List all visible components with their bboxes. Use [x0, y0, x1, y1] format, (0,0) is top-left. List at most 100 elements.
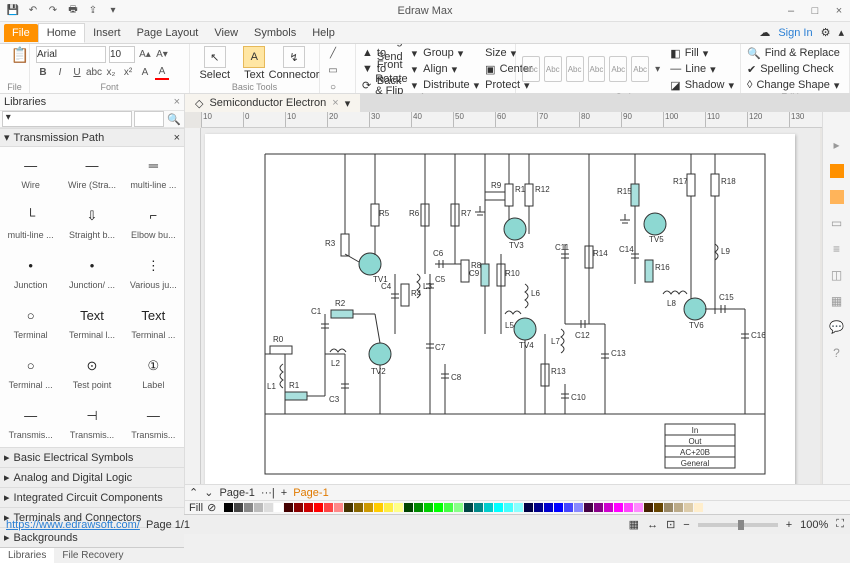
- color-swatch[interactable]: [284, 503, 293, 512]
- collapse-ribbon-icon[interactable]: ▴: [838, 26, 844, 39]
- color-swatch[interactable]: [464, 503, 473, 512]
- fit-page-icon[interactable]: ⊡: [666, 518, 675, 531]
- highlight-button[interactable]: A: [138, 66, 152, 80]
- select-tool[interactable]: ↖Select: [196, 46, 234, 81]
- underline-button[interactable]: U: [70, 66, 84, 80]
- page-tab-1[interactable]: Page-1: [219, 487, 254, 499]
- shape-11[interactable]: TextTerminal ...: [123, 297, 184, 347]
- save-icon[interactable]: 💾: [6, 4, 20, 18]
- category-item[interactable]: ▸Analog and Digital Logic: [0, 467, 184, 487]
- data-icon[interactable]: ◫: [828, 266, 846, 284]
- color-swatch[interactable]: [664, 503, 673, 512]
- zoom-out-icon[interactable]: −: [683, 519, 689, 531]
- page-icon[interactable]: ▭: [828, 214, 846, 232]
- strike-button[interactable]: abc: [87, 66, 101, 80]
- color-swatch[interactable]: [634, 503, 643, 512]
- oval-shape-icon[interactable]: ○: [326, 80, 340, 94]
- no-fill-icon[interactable]: ⊘: [207, 501, 216, 514]
- color-swatch[interactable]: [584, 503, 593, 512]
- color-swatch[interactable]: [314, 503, 323, 512]
- shape-10[interactable]: TextTerminal l...: [61, 297, 122, 347]
- search-icon[interactable]: 🔍: [164, 113, 184, 126]
- color-swatch[interactable]: [454, 503, 463, 512]
- color-swatch[interactable]: [604, 503, 613, 512]
- color-swatch[interactable]: [364, 503, 373, 512]
- library-search-input[interactable]: [134, 111, 164, 127]
- color-swatch[interactable]: [534, 503, 543, 512]
- shape-14[interactable]: ①Label: [123, 347, 184, 397]
- shape-13[interactable]: ⊙Test point: [61, 347, 122, 397]
- color-swatch[interactable]: [644, 503, 653, 512]
- shape-0[interactable]: —Wire: [0, 147, 61, 197]
- fit-width-icon[interactable]: ↔: [647, 519, 658, 531]
- libraries-close-icon[interactable]: ×: [174, 96, 180, 108]
- sign-in-link[interactable]: Sign In: [778, 27, 812, 39]
- group-button[interactable]: Group▾: [423, 46, 479, 60]
- help-icon[interactable]: ?: [828, 344, 846, 362]
- rotate-flip-button[interactable]: ⟳Rotate & Flip▾: [362, 78, 417, 92]
- pic-icon[interactable]: ▦: [828, 292, 846, 310]
- tab-view[interactable]: View: [206, 24, 246, 42]
- shape-15[interactable]: —Transmis...: [0, 397, 61, 447]
- shape-8[interactable]: ⋮Various ju...: [123, 247, 184, 297]
- canvas[interactable]: R0 L1 R1 L2 C3 C1 R2 TV2: [201, 128, 820, 484]
- style-preset-1[interactable]: Abc: [522, 56, 540, 82]
- color-swatch[interactable]: [354, 503, 363, 512]
- color-swatch[interactable]: [444, 503, 453, 512]
- footer-tab-libraries[interactable]: Libraries: [0, 548, 54, 563]
- category-item[interactable]: ▸Basic Electrical Symbols: [0, 447, 184, 467]
- shape-1[interactable]: —Wire (Stra...: [61, 147, 122, 197]
- color-swatch[interactable]: [244, 503, 253, 512]
- color-swatch[interactable]: [294, 503, 303, 512]
- color-swatch[interactable]: [614, 503, 623, 512]
- tab-insert[interactable]: Insert: [85, 24, 129, 42]
- shape-16[interactable]: ⊣Transmis...: [61, 397, 122, 447]
- tab-file[interactable]: File: [4, 24, 38, 42]
- redo-icon[interactable]: ↷: [46, 4, 60, 18]
- find-replace-button[interactable]: 🔍Find & Replace: [747, 46, 843, 60]
- color-swatch[interactable]: [624, 503, 633, 512]
- library-dropdown[interactable]: ▾: [2, 111, 132, 127]
- theme-icon[interactable]: [828, 162, 846, 180]
- italic-button[interactable]: I: [53, 66, 67, 80]
- color-swatch[interactable]: [524, 503, 533, 512]
- maximize-button[interactable]: □: [808, 5, 822, 17]
- color-swatch[interactable]: [474, 503, 483, 512]
- color-swatch[interactable]: [324, 503, 333, 512]
- style-preset-4[interactable]: Abc: [588, 56, 606, 82]
- styles-more-icon[interactable]: ▾: [653, 62, 662, 76]
- style-preset-5[interactable]: Abc: [609, 56, 627, 82]
- font-name-select[interactable]: [36, 46, 106, 63]
- settings-icon[interactable]: ⚙: [821, 26, 831, 39]
- export-icon[interactable]: ⇪: [86, 4, 100, 18]
- line-shape-icon[interactable]: ╱: [326, 46, 340, 60]
- comment-icon[interactable]: 💬: [828, 318, 846, 336]
- shape-7[interactable]: •Junction/ ...: [61, 247, 122, 297]
- pointer-icon[interactable]: ▸: [828, 136, 846, 154]
- color-swatch[interactable]: [334, 503, 343, 512]
- category-close-icon[interactable]: ×: [174, 132, 180, 144]
- category-item[interactable]: ▸Integrated Circuit Components: [0, 487, 184, 507]
- color-swatch[interactable]: [574, 503, 583, 512]
- category-transmission-path[interactable]: ▾Transmission Path×: [0, 128, 184, 147]
- shape-4[interactable]: ⇩Straight b...: [61, 197, 122, 247]
- tab-symbols[interactable]: Symbols: [246, 24, 304, 42]
- close-button[interactable]: ×: [832, 5, 846, 17]
- decrease-font-icon[interactable]: A▾: [155, 48, 169, 62]
- undo-icon[interactable]: ↶: [26, 4, 40, 18]
- view-mode-icon[interactable]: ▦: [629, 518, 639, 531]
- bold-button[interactable]: B: [36, 66, 50, 80]
- color-swatch[interactable]: [544, 503, 553, 512]
- align-button[interactable]: Align▾: [423, 62, 479, 76]
- style-preset-2[interactable]: Abc: [544, 56, 562, 82]
- color-swatch[interactable]: [264, 503, 273, 512]
- color-swatch[interactable]: [304, 503, 313, 512]
- color-swatch[interactable]: [654, 503, 663, 512]
- color-swatch[interactable]: [384, 503, 393, 512]
- color-swatch[interactable]: [234, 503, 243, 512]
- page-down-icon[interactable]: ⌄: [204, 486, 213, 499]
- fill-button[interactable]: ◧Fill▾: [670, 46, 734, 60]
- text-tool[interactable]: AText: [236, 46, 274, 81]
- fullscreen-icon[interactable]: ⛶: [836, 518, 844, 531]
- theme2-icon[interactable]: [828, 188, 846, 206]
